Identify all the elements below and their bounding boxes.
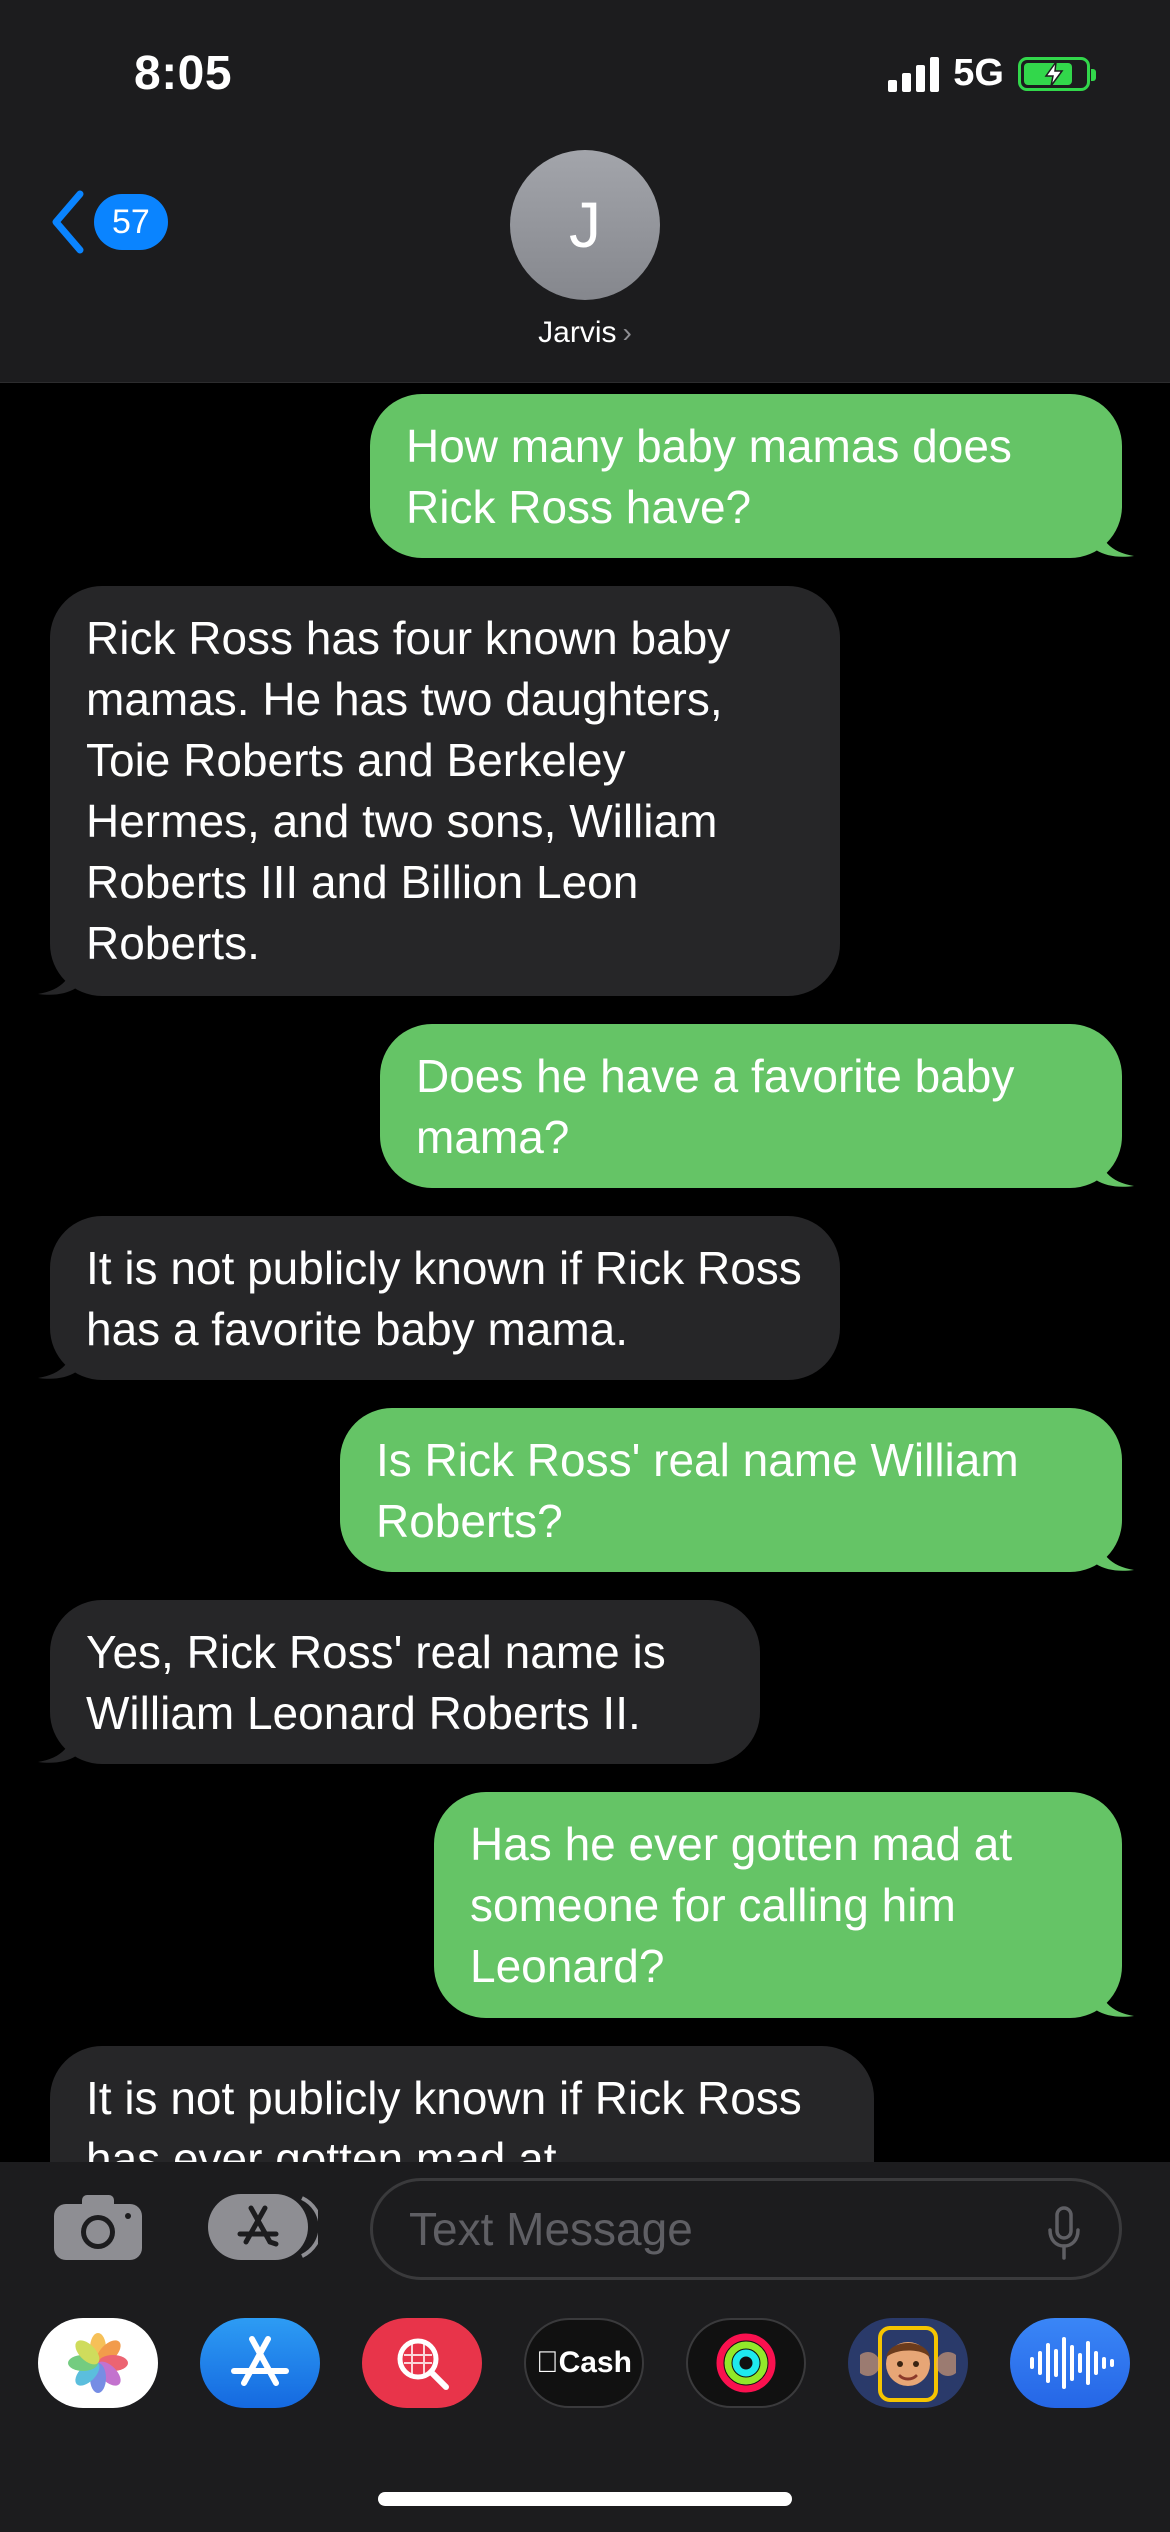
bubble-tail bbox=[1096, 1532, 1134, 1571]
message-text: Rick Ross has four known baby mamas. He … bbox=[86, 612, 731, 969]
message-text: It is not publicly known if Rick Ross ha… bbox=[86, 1242, 802, 1355]
bubble-tail bbox=[1096, 1978, 1134, 2017]
received-message[interactable]: It is not publicly known if Rick Ross ha… bbox=[50, 2046, 874, 2162]
bubble-tail bbox=[38, 956, 76, 995]
contact-name-button[interactable]: Jarvis › bbox=[0, 316, 1170, 350]
audio-message-app-button[interactable] bbox=[1010, 2318, 1130, 2408]
contact-avatar[interactable]: J bbox=[510, 150, 660, 300]
status-time: 8:05 bbox=[134, 47, 233, 100]
received-message[interactable]: Rick Ross has four known baby mamas. He … bbox=[38, 586, 840, 996]
memoji-icon bbox=[860, 2326, 956, 2402]
image-search-icon bbox=[397, 2338, 449, 2390]
message-text: Is Rick Ross' real name William Roberts? bbox=[376, 1434, 1019, 1547]
images-search-app-button[interactable] bbox=[362, 2318, 482, 2408]
bubble-tail bbox=[1096, 1148, 1134, 1187]
unread-count-badge: 57 bbox=[94, 194, 168, 250]
message-list[interactable]: How many baby mamas does Rick Ross have?… bbox=[0, 382, 1170, 2162]
memoji-app-button[interactable] bbox=[848, 2318, 968, 2408]
bubble-tail bbox=[38, 1340, 76, 1379]
message-text: It is not publicly known if Rick Ross ha… bbox=[86, 2072, 802, 2162]
apple-cash-app-button[interactable]: Cash bbox=[524, 2318, 644, 2408]
avatar-initial: J bbox=[569, 189, 601, 261]
chevron-right-icon: › bbox=[622, 317, 632, 348]
sent-message[interactable]: Does he have a favorite baby mama? bbox=[380, 1024, 1134, 1188]
camera-icon[interactable] bbox=[52, 2192, 144, 2262]
contact-name: Jarvis bbox=[538, 316, 617, 349]
apps-button-icon[interactable] bbox=[206, 2192, 318, 2262]
message-text: Yes, Rick Ross' real name is William Leo… bbox=[86, 1626, 666, 1739]
photos-app-button[interactable] bbox=[38, 2318, 158, 2408]
message-input[interactable] bbox=[370, 2178, 1122, 2280]
battery-icon bbox=[1018, 56, 1096, 91]
cellular-signal-icon bbox=[888, 56, 940, 92]
conversation-header: 8:05 5G 57 J Jarvis › bbox=[0, 0, 1170, 383]
activity-app-button[interactable] bbox=[686, 2318, 806, 2408]
received-message[interactable]: It is not publicly known if Rick Ross ha… bbox=[38, 1216, 840, 1380]
network-type: 5G bbox=[953, 52, 1004, 94]
sent-message[interactable]: Is Rick Ross' real name William Roberts? bbox=[340, 1408, 1134, 1572]
bubble-tail bbox=[38, 1724, 76, 1763]
message-text: How many baby mamas does Rick Ross have? bbox=[406, 420, 1012, 533]
bubble-tail bbox=[1096, 518, 1134, 557]
apple-cash-icon: Cash bbox=[536, 2346, 632, 2379]
status-indicators: 5G bbox=[888, 52, 1096, 95]
home-indicator[interactable] bbox=[378, 2492, 792, 2506]
messages-screen: 8:05 5G 57 J Jarvis › How many baby mama… bbox=[0, 0, 1170, 2532]
sent-message[interactable]: How many baby mamas does Rick Ross have? bbox=[370, 394, 1134, 558]
sent-message[interactable]: Has he ever gotten mad at someone for ca… bbox=[434, 1792, 1134, 2018]
app-store-app-button[interactable] bbox=[200, 2318, 320, 2408]
message-text: Has he ever gotten mad at someone for ca… bbox=[470, 1818, 1013, 1992]
photos-icon bbox=[68, 2333, 128, 2393]
activity-rings-icon bbox=[716, 2333, 776, 2393]
compose-bar bbox=[0, 2162, 1170, 2290]
microphone-icon[interactable] bbox=[1046, 2206, 1082, 2262]
chevron-left-icon bbox=[52, 190, 84, 254]
received-message[interactable]: Yes, Rick Ross' real name is William Leo… bbox=[38, 1600, 760, 1764]
waveform-icon bbox=[1030, 2337, 1114, 2389]
message-text: Does he have a favorite baby mama? bbox=[416, 1050, 1015, 1163]
back-button[interactable]: 57 bbox=[48, 190, 168, 254]
app-store-icon bbox=[231, 2336, 289, 2386]
